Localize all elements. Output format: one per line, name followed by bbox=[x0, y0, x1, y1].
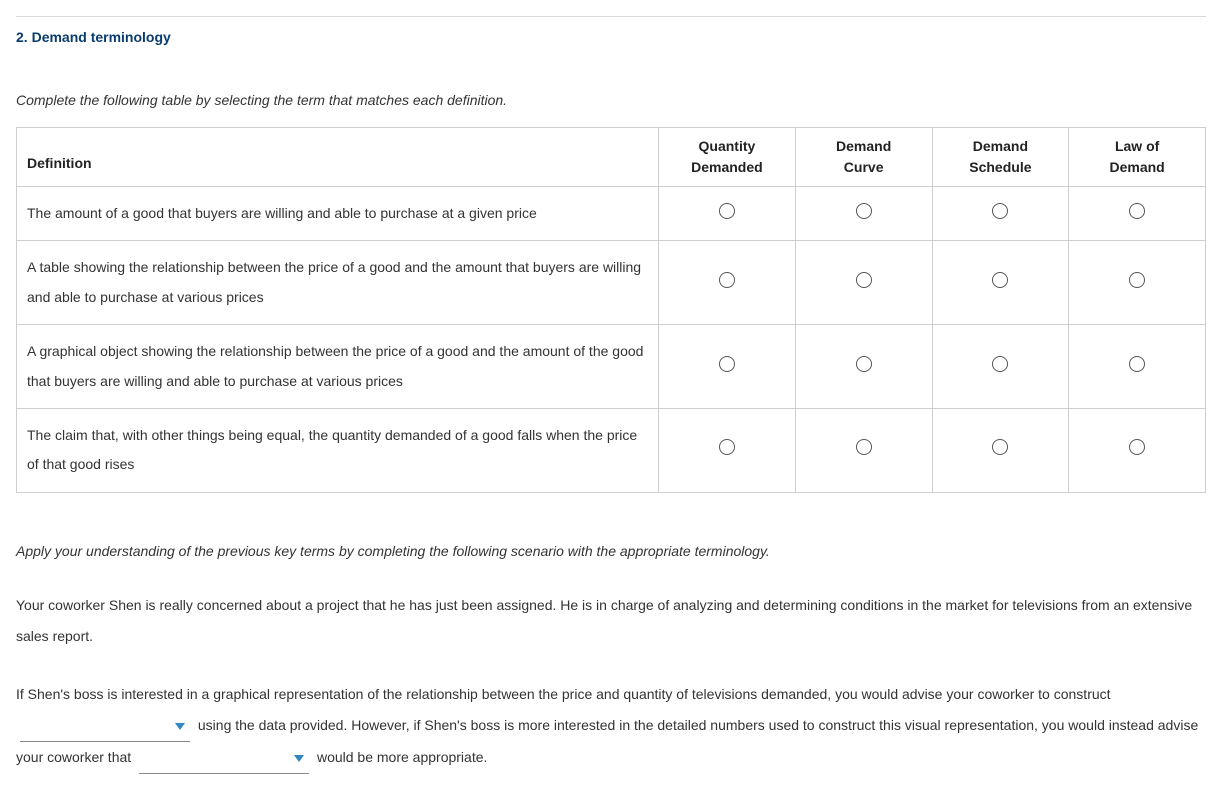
definition-text: The claim that, with other things being … bbox=[17, 408, 659, 492]
radio-r0-c3[interactable] bbox=[1129, 203, 1145, 219]
radio-r0-c2[interactable] bbox=[992, 203, 1008, 219]
caret-down-icon bbox=[174, 721, 186, 731]
radio-r2-c3[interactable] bbox=[1129, 356, 1145, 372]
definition-text: A graphical object showing the relations… bbox=[17, 325, 659, 409]
header-option-3: Law of Demand bbox=[1069, 128, 1206, 187]
section-title: 2. Demand terminology bbox=[16, 17, 1206, 54]
definition-text: The amount of a good that buyers are wil… bbox=[17, 187, 659, 241]
caret-down-icon bbox=[293, 753, 305, 763]
para2-text-post: would be more appropriate. bbox=[317, 749, 487, 765]
scenario-prompt: Apply your understanding of the previous… bbox=[16, 541, 1206, 562]
radio-r2-c2[interactable] bbox=[992, 356, 1008, 372]
terminology-table: Definition Quantity Demanded Demand Curv… bbox=[16, 127, 1206, 493]
definition-text: A table showing the relationship between… bbox=[17, 241, 659, 325]
radio-r1-c0[interactable] bbox=[719, 272, 735, 288]
scenario-para-2: If Shen's boss is interested in a graphi… bbox=[16, 679, 1206, 773]
radio-r1-c2[interactable] bbox=[992, 272, 1008, 288]
radio-r3-c0[interactable] bbox=[719, 439, 735, 455]
table-prompt: Complete the following table by selectin… bbox=[16, 90, 1206, 111]
header-option-2: Demand Schedule bbox=[932, 128, 1069, 187]
table-row: The amount of a good that buyers are wil… bbox=[17, 187, 1206, 241]
radio-r2-c0[interactable] bbox=[719, 356, 735, 372]
radio-r0-c1[interactable] bbox=[856, 203, 872, 219]
radio-r1-c3[interactable] bbox=[1129, 272, 1145, 288]
radio-r1-c1[interactable] bbox=[856, 272, 872, 288]
table-row: A graphical object showing the relations… bbox=[17, 325, 1206, 409]
header-definition: Definition bbox=[17, 128, 659, 187]
table-row: A table showing the relationship between… bbox=[17, 241, 1206, 325]
scenario-para-1: Your coworker Shen is really concerned a… bbox=[16, 590, 1206, 652]
radio-r2-c1[interactable] bbox=[856, 356, 872, 372]
radio-r3-c1[interactable] bbox=[856, 439, 872, 455]
section-name: Demand terminology bbox=[32, 29, 171, 45]
para2-text-pre: If Shen's boss is interested in a graphi… bbox=[16, 686, 1111, 702]
header-option-1: Demand Curve bbox=[795, 128, 932, 187]
dropdown-2[interactable] bbox=[139, 742, 309, 774]
radio-r3-c3[interactable] bbox=[1129, 439, 1145, 455]
radio-r3-c2[interactable] bbox=[992, 439, 1008, 455]
section-number: 2. bbox=[16, 29, 28, 45]
table-row: The claim that, with other things being … bbox=[17, 408, 1206, 492]
dropdown-1[interactable] bbox=[20, 710, 190, 742]
header-option-0: Quantity Demanded bbox=[659, 128, 796, 187]
radio-r0-c0[interactable] bbox=[719, 203, 735, 219]
